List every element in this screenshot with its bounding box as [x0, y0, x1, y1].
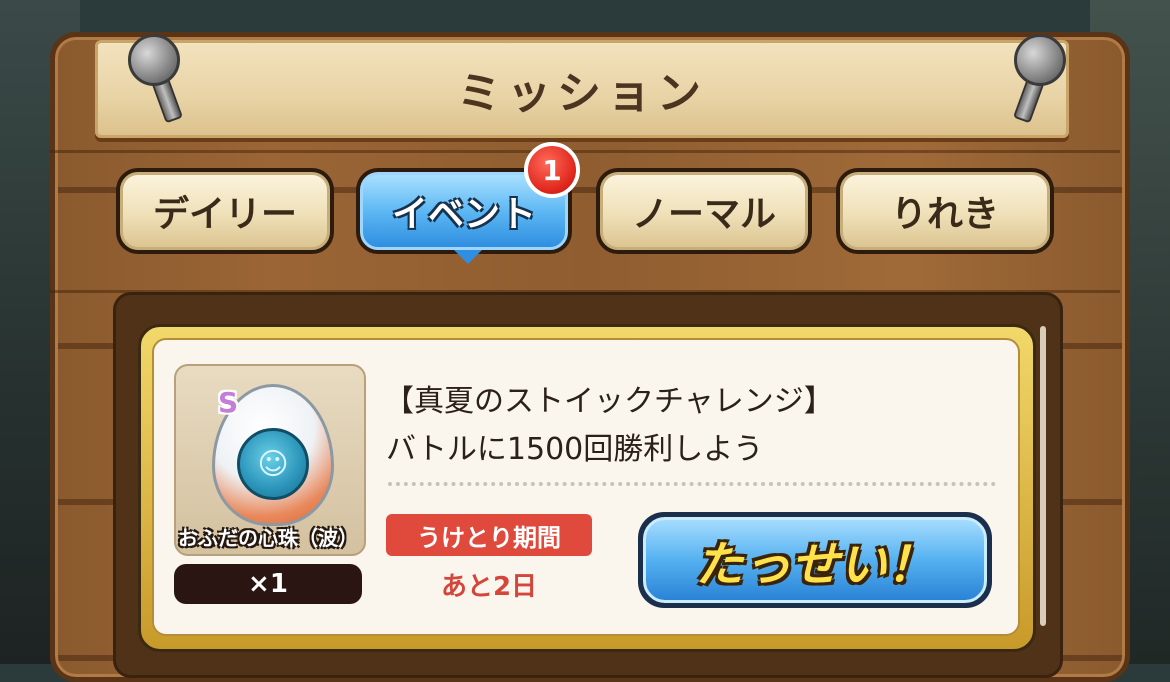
orb-face-icon: ☺	[237, 428, 309, 500]
pin-icon-right	[1014, 34, 1066, 86]
tab-history[interactable]: りれき	[836, 168, 1054, 254]
active-tab-pointer-icon	[454, 250, 482, 264]
plank-divider	[50, 150, 1120, 153]
rank-badge: S	[218, 386, 239, 419]
reward-name: おふだの心珠（波）	[178, 526, 358, 550]
tab-label: ノーマル	[600, 172, 808, 250]
pin-icon-left	[128, 34, 180, 86]
mission-description: バトルに1500回勝利しよう	[386, 432, 764, 467]
scrollbar[interactable]	[1040, 326, 1046, 626]
notification-badge: 1	[524, 142, 580, 198]
mission-title: 【真夏のストイックチャレンジ】	[384, 384, 834, 419]
dotted-divider	[388, 482, 996, 486]
period-remaining: あと2日	[440, 572, 538, 602]
title-plate: ミッション	[95, 40, 1069, 138]
reward-quantity: ×1	[174, 564, 362, 604]
period-label: うけとり期間	[386, 514, 592, 556]
tab-label: デイリー	[120, 172, 330, 250]
achieve-button[interactable]: たっせい！	[638, 512, 992, 608]
page-title: ミッション	[457, 68, 707, 119]
achieve-button-label: たっせい！	[643, 517, 987, 603]
tab-normal[interactable]: ノーマル	[596, 168, 812, 254]
tab-label: りれき	[840, 172, 1050, 250]
tab-daily[interactable]: デイリー	[116, 168, 334, 254]
